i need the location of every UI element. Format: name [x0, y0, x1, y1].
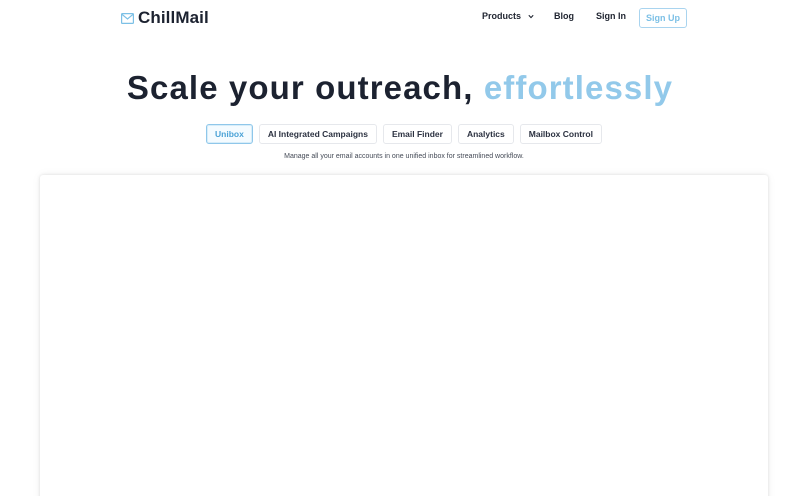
tab-email-finder[interactable]: Email Finder [382, 124, 452, 144]
brand-name: ChillMail [138, 8, 209, 27]
nav-blog-link[interactable]: Blog [554, 11, 574, 21]
top-navbar: ChillMail Products Blog Sign In Sign Up [0, 0, 800, 36]
tab-description: Manage all your email accounts in one un… [284, 153, 524, 160]
product-preview-panel [40, 175, 768, 496]
tab-ai-integrated-campaigns[interactable]: AI Integrated Campaigns [258, 124, 377, 144]
hero-title: Scale your outreach, effortlessly [0, 68, 800, 108]
nav-products-label: Products [482, 11, 522, 21]
nav-products-menu[interactable]: Products [482, 11, 534, 21]
tab-analytics[interactable]: Analytics [457, 124, 514, 144]
envelope-icon [121, 12, 134, 24]
hero-title-accent: effortlessly [483, 69, 674, 106]
tab-mailbox-control[interactable]: Mailbox Control [519, 124, 602, 144]
tab-unibox[interactable]: Unibox [206, 124, 253, 144]
brand-logo[interactable]: ChillMail [121, 8, 209, 28]
chevron-down-icon [528, 14, 534, 18]
signup-button[interactable]: Sign Up [639, 8, 687, 28]
nav-signin-link[interactable]: Sign In [596, 11, 626, 21]
hero-title-main: Scale your outreach, [126, 69, 474, 106]
feature-tabs: Unibox AI Integrated Campaigns Email Fin… [0, 124, 800, 144]
